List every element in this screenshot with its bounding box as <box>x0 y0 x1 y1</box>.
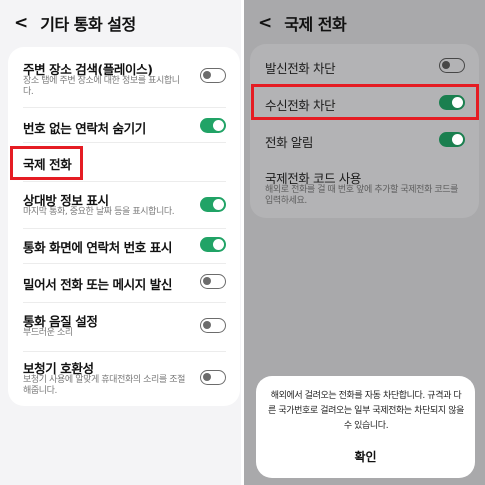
confirm-button[interactable]: 확인 <box>256 448 475 465</box>
setting-description: 보청기 사용에 알맞게 휴대전화의 소리를 조절해줍니다. <box>23 375 186 396</box>
setting-description: 장소 탭에 주변 장소에 대한 정보를 표시합니다. <box>23 76 180 97</box>
toggle-switch[interactable] <box>200 237 226 252</box>
page-title: 기타 통화 설정 <box>40 15 136 34</box>
setting-item-hide-contacts-without-number[interactable]: 번호 없는 연락처 숨기기 <box>8 108 240 142</box>
setting-description: 마지막 통화, 중요한 날짜 등을 표시합니다. <box>23 207 175 217</box>
setting-item-use-intl-code[interactable]: 국제전화 코드 사용 해외로 전화를 걸 때 번호 앞에 추가할 국제전화 코드… <box>250 160 479 216</box>
toggle-switch[interactable] <box>200 274 226 289</box>
toggle-switch[interactable] <box>200 197 226 212</box>
toggle-switch[interactable] <box>439 58 465 73</box>
setting-label: 번호 없는 연락처 숨기기 <box>23 121 146 136</box>
highlight-box <box>10 146 83 180</box>
setting-item-nearby-places[interactable]: 주변 장소 검색(플레이스) 장소 탭에 주변 장소에 대한 정보를 표시합니다… <box>8 47 240 107</box>
setting-label: 발신전화 차단 <box>265 61 336 76</box>
back-icon[interactable]: < <box>14 14 28 32</box>
toggle-knob <box>203 277 211 285</box>
block-info-dialog: 해외에서 걸려오는 전화를 자동 차단합니다. 규격과 다른 국가번호로 걸려오… <box>256 376 475 478</box>
dialog-message: 해외에서 걸려오는 전화를 자동 차단합니다. 규격과 다른 국가번호로 걸려오… <box>268 391 465 431</box>
settings-card: 주변 장소 검색(플레이스) 장소 탭에 주변 장소에 대한 정보를 표시합니다… <box>8 47 240 406</box>
toggle-knob <box>452 134 463 145</box>
setting-label: 밀어서 전화 또는 메시지 발신 <box>23 277 173 292</box>
toggle-switch[interactable] <box>200 68 226 83</box>
page-title: 국제 전화 <box>284 15 347 34</box>
toggle-knob <box>203 71 211 79</box>
toggle-switch[interactable] <box>200 370 226 385</box>
toggle-knob <box>213 120 224 131</box>
header: < 기타 통화 설정 <box>0 0 241 46</box>
setting-item-block-outgoing[interactable]: 발신전화 차단 <box>250 44 479 82</box>
setting-description: 해외로 전화를 걸 때 번호 앞에 추가할 국제전화 코드를 입력하세요. <box>265 185 459 206</box>
setting-item-show-caller-info[interactable]: 상대방 정보 표시 마지막 통화, 중요한 날짜 등을 표시합니다. <box>8 182 240 228</box>
setting-item-show-contact-number[interactable]: 통화 화면에 연락처 번호 표시 <box>8 229 240 263</box>
setting-item-call-alert[interactable]: 전화 알림 <box>250 124 479 158</box>
setting-label: 전화 알림 <box>265 135 313 150</box>
setting-item-call-sound-quality[interactable]: 통화 음질 설정 부드러운 소리 <box>8 303 240 351</box>
setting-description: 부드러운 소리 <box>23 328 73 338</box>
international-call-screen: < 국제 전화 발신전화 차단 수신전화 차단 전화 알림 국제전화 코드 사용… <box>244 0 485 485</box>
setting-item-hearing-aid-compatibility[interactable]: 보청기 호환성 보청기 사용에 알맞게 휴대전화의 소리를 조절해줍니다. <box>8 352 240 406</box>
toggle-switch[interactable] <box>200 318 226 333</box>
setting-item-swipe-to-call[interactable]: 밀어서 전화 또는 메시지 발신 <box>8 264 240 302</box>
highlight-box <box>251 84 479 120</box>
header: < 국제 전화 <box>244 0 485 46</box>
settings-card: 발신전화 차단 수신전화 차단 전화 알림 국제전화 코드 사용 해외로 전화를… <box>250 44 479 218</box>
toggle-knob <box>442 61 450 69</box>
back-icon[interactable]: < <box>258 14 272 32</box>
toggle-switch[interactable] <box>439 132 465 147</box>
toggle-knob <box>213 199 224 210</box>
toggle-knob <box>203 321 211 329</box>
toggle-knob <box>203 373 211 381</box>
toggle-knob <box>213 239 224 250</box>
setting-label: 통화 화면에 연락처 번호 표시 <box>23 240 173 255</box>
toggle-switch[interactable] <box>200 118 226 133</box>
other-call-settings-screen: < 기타 통화 설정 주변 장소 검색(플레이스) 장소 탭에 주변 장소에 대… <box>0 0 241 485</box>
